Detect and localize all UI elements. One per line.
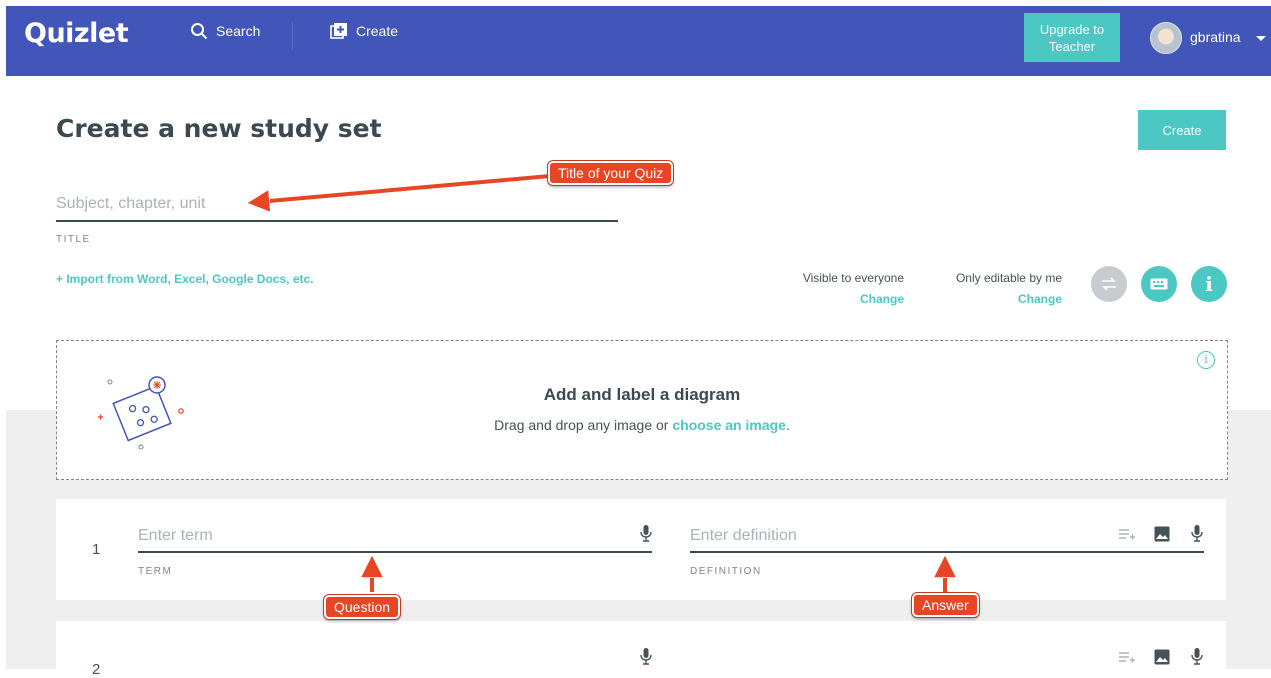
term-label: TERM — [138, 566, 173, 577]
diagram-dropzone[interactable]: Add and label a diagram Drag and drop an… — [56, 340, 1228, 480]
diagram-instructions: Drag and drop any image or choose an ima… — [57, 417, 1227, 433]
keyboard-icon — [1150, 278, 1168, 290]
page-title: Create a new study set — [56, 114, 382, 143]
microphone-icon[interactable] — [640, 524, 652, 542]
visibility-label: Visible to everyone — [802, 271, 904, 285]
upgrade-to-teacher-button[interactable]: Upgrade to Teacher — [1024, 13, 1120, 62]
microphone-icon[interactable] — [1191, 647, 1203, 665]
diagram-info-icon[interactable]: i — [1197, 351, 1215, 369]
info-button[interactable]: i — [1191, 266, 1227, 302]
swap-terms-button[interactable] — [1091, 266, 1127, 302]
term-card: 1 TERM DEFINITION — [56, 499, 1226, 600]
keyboard-shortcuts-button[interactable] — [1141, 266, 1177, 302]
search-icon — [191, 23, 208, 40]
info-icon: i — [1205, 272, 1213, 296]
editability-change-link[interactable]: Change — [930, 289, 1062, 310]
definition-label: DEFINITION — [690, 566, 762, 577]
title-callout: Title of your Quiz — [548, 161, 674, 185]
question-callout: Question — [324, 595, 401, 619]
create-set-button[interactable]: Create — [1138, 110, 1226, 150]
diagram-title: Add and label a diagram — [543, 385, 741, 404]
diagram-text-end: . — [785, 417, 790, 433]
quizlet-logo[interactable]: Quizlet — [24, 18, 129, 49]
term-input[interactable] — [138, 521, 652, 553]
image-icon[interactable] — [1154, 649, 1170, 665]
create-label: Create — [356, 23, 399, 39]
choose-image-link[interactable]: choose an image — [672, 417, 786, 433]
diagram-text: Drag and drop any image or — [494, 417, 673, 433]
editability-label: Only editable by me — [955, 271, 1062, 285]
card-number: 1 — [92, 541, 101, 558]
import-link[interactable]: + Import from Word, Excel, Google Docs, … — [56, 272, 314, 286]
username[interactable]: gbratina — [1190, 29, 1241, 45]
image-icon[interactable] — [1154, 526, 1170, 542]
title-input[interactable] — [56, 188, 618, 222]
microphone-icon[interactable] — [1191, 524, 1203, 542]
add-list-icon[interactable] — [1118, 528, 1136, 540]
microphone-icon[interactable] — [640, 647, 652, 665]
answer-callout: Answer — [912, 593, 979, 617]
nav-divider — [292, 22, 293, 50]
diagram-illustration-icon — [98, 376, 184, 450]
editability-setting: Only editable by me Change — [930, 268, 1062, 310]
add-list-icon[interactable] — [1118, 651, 1136, 663]
swap-icon — [1102, 277, 1116, 291]
search-label: Search — [216, 23, 261, 39]
title-field-label: TITLE — [56, 234, 91, 245]
add-set-icon — [330, 23, 347, 39]
visibility-setting: Visible to everyone Change — [780, 268, 904, 310]
chevron-down-icon[interactable] — [1256, 36, 1266, 41]
create-nav-item[interactable]: Create — [330, 22, 398, 40]
visibility-change-link[interactable]: Change — [780, 289, 904, 310]
card-number: 2 — [92, 661, 101, 678]
term-card: 2 — [56, 621, 1226, 678]
avatar[interactable] — [1150, 22, 1182, 54]
search-nav-item[interactable]: Search — [190, 22, 260, 40]
